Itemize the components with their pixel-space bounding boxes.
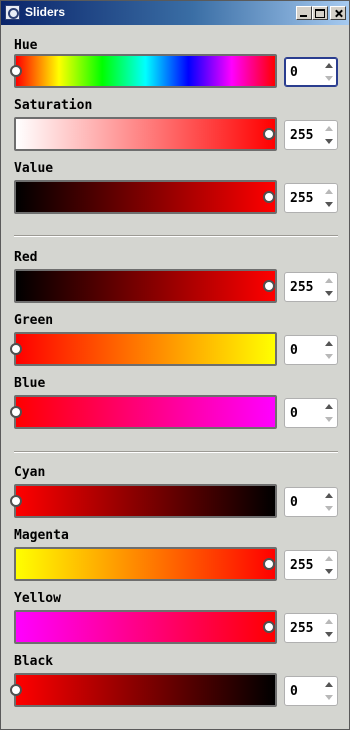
yellow-slider[interactable] (14, 610, 277, 644)
green-label: Green (14, 313, 54, 328)
blue-slider[interactable] (10, 395, 277, 429)
blue-decrement-icon[interactable] (322, 413, 336, 426)
red-label: Red (14, 250, 38, 265)
saturation-value[interactable]: 255 (290, 128, 313, 143)
saturation-spinbox[interactable]: 255 (284, 120, 338, 150)
value-slider[interactable] (14, 180, 277, 214)
blue-label: Blue (14, 376, 46, 391)
yellow-label: Yellow (14, 591, 61, 606)
value-increment-icon[interactable] (322, 185, 336, 198)
window-title: Sliders (25, 5, 66, 19)
saturation-decrement-icon[interactable] (322, 135, 336, 148)
blue-spinbox[interactable]: 0 (284, 398, 338, 428)
cyan-value[interactable]: 0 (290, 495, 298, 510)
value-spinbox[interactable]: 255 (284, 183, 338, 213)
black-spinbox[interactable]: 0 (284, 676, 338, 706)
yellow-decrement-icon[interactable] (322, 628, 336, 641)
hue-increment-icon[interactable] (322, 59, 336, 72)
black-increment-icon[interactable] (322, 678, 336, 691)
hue-decrement-icon[interactable] (322, 72, 336, 85)
hue-value[interactable]: 0 (290, 65, 298, 80)
green-value[interactable]: 0 (290, 343, 298, 358)
saturation-increment-icon[interactable] (322, 122, 336, 135)
saturation-label: Saturation (14, 98, 93, 113)
cyan-label: Cyan (14, 465, 46, 480)
magenta-value[interactable]: 255 (290, 558, 313, 573)
separator-rgb-cmyk (14, 451, 338, 453)
value-value[interactable]: 255 (290, 191, 313, 206)
blue-slider-handle[interactable] (10, 406, 22, 418)
black-decrement-icon[interactable] (322, 691, 336, 704)
green-slider[interactable] (10, 332, 277, 366)
red-spinbox[interactable]: 255 (284, 272, 338, 302)
yellow-increment-icon[interactable] (322, 615, 336, 628)
red-value[interactable]: 255 (290, 280, 313, 295)
red-slider-handle[interactable] (263, 280, 275, 292)
blue-increment-icon[interactable] (322, 400, 336, 413)
black-value[interactable]: 0 (290, 684, 298, 699)
magenta-slider-handle[interactable] (263, 558, 275, 570)
hue-label: Hue (14, 38, 38, 53)
blue-value[interactable]: 0 (290, 406, 298, 421)
cyan-slider[interactable] (10, 484, 277, 518)
hue-slider-handle[interactable] (10, 65, 22, 77)
green-decrement-icon[interactable] (322, 350, 336, 363)
yellow-slider-handle[interactable] (263, 621, 275, 633)
close-button[interactable] (330, 6, 346, 20)
cyan-slider-handle[interactable] (10, 495, 22, 507)
minimize-button[interactable] (296, 6, 312, 20)
red-decrement-icon[interactable] (322, 287, 336, 300)
magenta-label: Magenta (14, 528, 69, 543)
magenta-slider[interactable] (14, 547, 277, 581)
value-slider-handle[interactable] (263, 191, 275, 203)
maximize-button[interactable] (312, 6, 328, 20)
red-slider[interactable] (14, 269, 277, 303)
value-decrement-icon[interactable] (322, 198, 336, 211)
cyan-spinbox[interactable]: 0 (284, 487, 338, 517)
red-increment-icon[interactable] (322, 274, 336, 287)
green-increment-icon[interactable] (322, 337, 336, 350)
yellow-value[interactable]: 255 (290, 621, 313, 636)
cyan-increment-icon[interactable] (322, 489, 336, 502)
hue-spinbox[interactable]: 0 (284, 57, 338, 87)
title-bar[interactable]: Sliders (1, 1, 349, 25)
cyan-decrement-icon[interactable] (322, 502, 336, 515)
hue-slider[interactable] (10, 54, 277, 88)
app-icon[interactable] (5, 5, 20, 20)
black-slider-handle[interactable] (10, 684, 22, 696)
magenta-spinbox[interactable]: 255 (284, 550, 338, 580)
value-label: Value (14, 161, 54, 176)
magenta-decrement-icon[interactable] (322, 565, 336, 578)
green-slider-handle[interactable] (10, 343, 22, 355)
saturation-slider-handle[interactable] (263, 128, 275, 140)
sliders-window: Sliders Hue 0 Saturation 255 Value 255 R… (0, 0, 350, 730)
saturation-slider[interactable] (14, 117, 277, 151)
black-label: Black (14, 654, 54, 669)
black-slider[interactable] (10, 673, 277, 707)
yellow-spinbox[interactable]: 255 (284, 613, 338, 643)
magenta-increment-icon[interactable] (322, 552, 336, 565)
separator-hsv-rgb (14, 235, 338, 237)
green-spinbox[interactable]: 0 (284, 335, 338, 365)
